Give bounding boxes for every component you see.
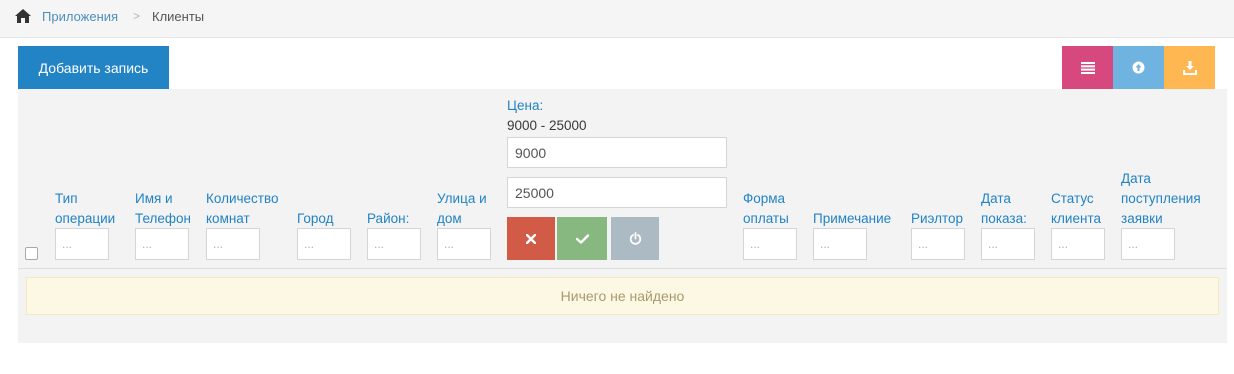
- breadcrumb-link-apps[interactable]: Приложения: [42, 9, 118, 24]
- power-icon: [629, 232, 641, 245]
- column-label-line: Район:: [367, 211, 410, 226]
- columns-button[interactable]: [1062, 46, 1113, 89]
- column-header-street[interactable]: Улица и дом: [437, 189, 487, 229]
- list-icon: [1080, 61, 1095, 74]
- filter-input-payment-form[interactable]: [743, 228, 797, 260]
- column-header-rooms[interactable]: Количество комнат: [206, 189, 279, 229]
- column-label-line: дом: [437, 211, 462, 226]
- filter-input-note[interactable]: [813, 228, 867, 260]
- filter-input-request-date[interactable]: [1121, 228, 1175, 260]
- column-header-city[interactable]: Город: [297, 209, 334, 229]
- filter-input-name-phone[interactable]: [135, 228, 189, 260]
- column-header-realtor[interactable]: Риэлтор: [911, 209, 963, 229]
- price-range-text: 9000 - 25000: [507, 118, 587, 133]
- empty-results-message: Ничего не найдено: [26, 277, 1219, 315]
- column-label-line: Тип: [55, 191, 78, 206]
- filter-input-city[interactable]: [297, 228, 351, 260]
- column-header-note[interactable]: Примечание: [813, 209, 891, 229]
- breadcrumb-separator: >: [133, 9, 141, 23]
- breadcrumb: Приложения > Клиенты: [0, 0, 1234, 38]
- column-label-line: Дата: [981, 191, 1011, 206]
- upload-icon: [1132, 61, 1145, 74]
- column-header-payment-form[interactable]: Форма оплаты: [743, 189, 789, 229]
- close-icon: [526, 233, 536, 244]
- check-icon: [575, 233, 589, 244]
- column-header-operation-type[interactable]: Тип операции: [55, 189, 115, 229]
- add-record-button[interactable]: Добавить запись: [18, 46, 169, 89]
- column-label-line: Город: [297, 211, 334, 226]
- column-label-line: Имя и: [135, 191, 173, 206]
- column-label-line: Риэлтор: [911, 211, 964, 226]
- reset-filter-button[interactable]: [611, 217, 659, 260]
- column-label-line: поступления: [1121, 191, 1201, 206]
- column-label-line: Примечание: [813, 211, 892, 226]
- column-label-line: Улица и: [437, 191, 487, 206]
- column-label-line: Количество: [206, 191, 279, 206]
- column-label-line: заявки: [1121, 211, 1163, 226]
- price-min-input[interactable]: [507, 137, 727, 168]
- clear-filter-button[interactable]: [507, 217, 555, 260]
- filter-input-realtor[interactable]: [911, 228, 965, 260]
- breadcrumb-current: Клиенты: [152, 9, 205, 24]
- column-label-line: комнат: [206, 211, 250, 226]
- export-button[interactable]: [1164, 46, 1215, 89]
- filter-input-client-status[interactable]: [1051, 228, 1105, 260]
- filter-input-rooms[interactable]: [206, 228, 260, 260]
- filter-input-show-date[interactable]: [981, 228, 1035, 260]
- home-icon[interactable]: [14, 8, 32, 24]
- column-label-line: Телефон: [135, 211, 192, 226]
- column-header-district[interactable]: Район:: [367, 209, 409, 229]
- price-max-input[interactable]: [507, 177, 727, 208]
- column-header-show-date[interactable]: Дата показа:: [981, 189, 1027, 229]
- select-all-checkbox[interactable]: [25, 247, 38, 260]
- filter-input-operation-type[interactable]: [55, 228, 109, 260]
- filter-input-street[interactable]: [437, 228, 491, 260]
- column-label-line: клиента: [1051, 211, 1101, 226]
- column-label-line: оплаты: [743, 211, 789, 226]
- column-header-client-status[interactable]: Статус клиента: [1051, 189, 1101, 229]
- column-label-line: показа:: [981, 211, 1027, 226]
- filter-input-district[interactable]: [367, 228, 421, 260]
- column-header-request-date[interactable]: Дата поступления заявки: [1121, 169, 1201, 229]
- price-filter-label: Цена:: [507, 98, 544, 113]
- column-label-line: операции: [55, 211, 116, 226]
- column-label-line: Дата: [1121, 171, 1151, 186]
- column-label-line: Статус: [1051, 191, 1094, 206]
- import-button[interactable]: [1113, 46, 1164, 89]
- column-header-name-phone[interactable]: Имя и Телефон: [135, 189, 191, 229]
- download-icon: [1182, 60, 1197, 75]
- column-label-line: Форма: [743, 191, 786, 206]
- apply-filter-button[interactable]: [557, 217, 607, 260]
